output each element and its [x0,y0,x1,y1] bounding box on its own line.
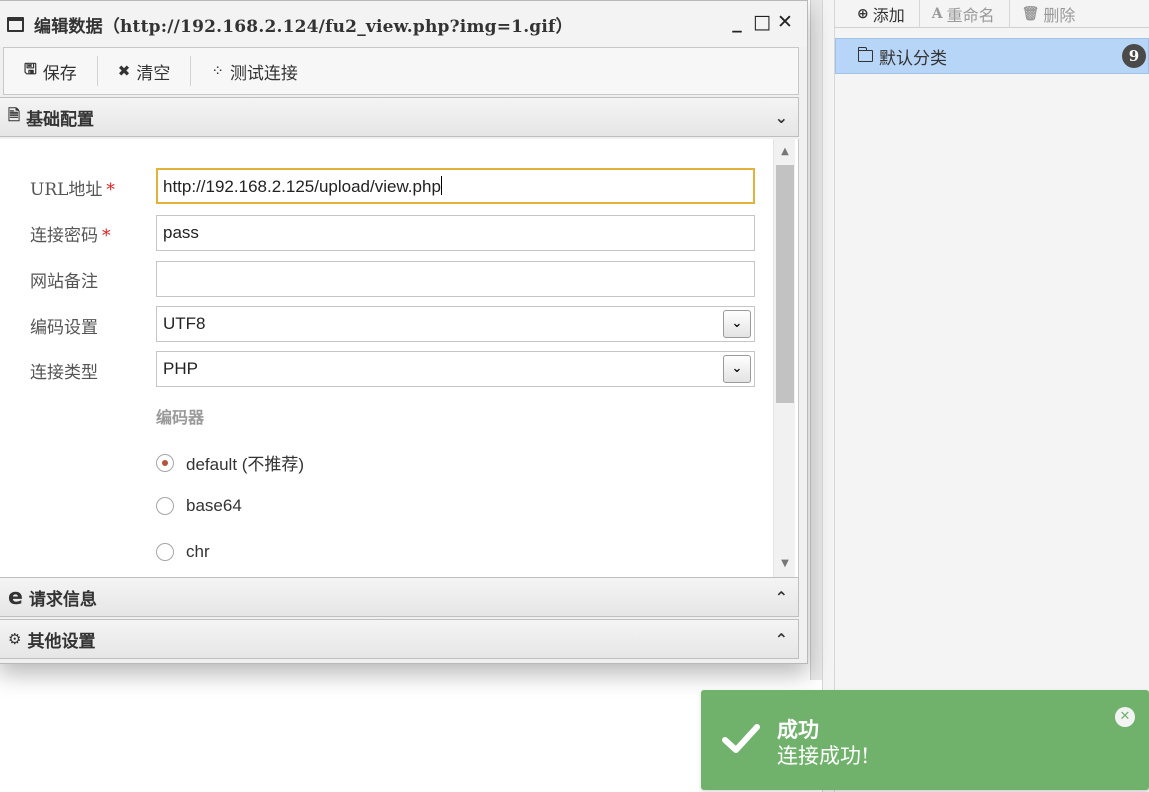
edit-data-dialog: 编辑数据（http://192.168.2.124/fu2_view.php?i… [0,0,808,664]
dialog-title: 编辑数据（http://192.168.2.124/fu2_view.php?i… [34,16,573,37]
font-icon: A [931,5,943,22]
folder-icon [857,47,873,62]
panel-divider [834,0,835,792]
chevron-down-icon[interactable]: ⌄ [723,310,751,338]
encoder-heading: 编码器 [156,408,205,427]
radio-button[interactable] [156,497,174,515]
accordion-other-settings[interactable]: ⚙ 其他设置 ⌃ [0,619,799,659]
test-connection-label: 测试连接 [229,63,298,84]
chevron-down-icon[interactable]: ⌄ [723,355,751,383]
form-scrollbar[interactable]: ▲ ▼ [773,139,795,577]
close-button[interactable]: ✕ [777,11,793,33]
basic-config-form: URL地址 * http://192.168.2.125/upload/view.… [0,139,799,577]
plus-circle-icon: ⊕ [857,5,869,22]
spinner-icon: ⁘ [211,62,224,80]
add-category-label: 添加 [872,5,905,25]
accordion-request-info[interactable]: e 请求信息 ⌃ [0,577,799,617]
toast-close-icon[interactable]: ✕ [1115,707,1135,727]
scroll-up-icon[interactable]: ▲ [774,143,796,161]
password-field-label: 连接密码 * [30,221,111,246]
save-button[interactable]: 🖫 保存 [4,56,98,86]
radio-button[interactable] [156,543,174,561]
radio-button[interactable] [156,453,174,472]
add-category-button[interactable]: ⊕ 添加 [857,0,920,28]
rename-category-label: 重命名 [946,5,995,25]
trash-icon: 🗑 [1021,5,1040,22]
category-item-label: 默认分类 [879,48,947,69]
clear-button[interactable]: ✖ 清空 [98,56,192,86]
encoder-option-label: base64 [186,496,242,515]
accordion-basic-label: 基础配置 [26,109,95,130]
password-input[interactable]: pass [156,215,755,251]
save-label: 保存 [42,63,77,84]
encoder-option-chr[interactable]: chr [156,542,210,562]
encoder-option-label: chr [186,542,210,561]
category-item-default[interactable]: 默认分类 9 [835,38,1149,74]
type-field-label: 连接类型 [30,363,98,383]
encoder-option-label: default (不推荐) [186,455,305,474]
accordion-basic-config[interactable]: 🗎 基础配置 ⌄ [0,97,799,137]
ie-icon: e [8,584,23,610]
accordion-request-label: 请求信息 [28,589,97,610]
gears-icon: ⚙ [8,630,22,648]
category-toolbar: ⊕ 添加 A 重命名 🗑 删除 [835,0,1149,28]
url-input[interactable]: http://192.168.2.125/upload/view.php [156,168,755,204]
minimize-button[interactable]: _ [729,11,745,33]
encoding-field-label: 编码设置 [30,318,98,338]
scrollbar-thumb[interactable] [776,165,794,403]
clear-label: 清空 [136,63,171,84]
close-x-icon: ✖ [117,62,131,80]
text-caret [440,176,442,195]
document-icon: 🗎 [8,105,21,124]
test-connection-button[interactable]: ⁘ 测试连接 [191,56,318,86]
encoding-select-value: UTF8 [163,314,206,333]
url-label-text: URL地址 [30,180,103,200]
window-controls: _ □ ✕ [729,11,793,33]
required-mark: * [106,180,115,200]
note-input[interactable] [156,261,755,297]
maximize-button[interactable]: □ [753,11,771,33]
checkmark-icon [722,724,760,753]
scroll-down-icon[interactable]: ▼ [774,555,796,573]
floppy-icon: 🖫 [24,59,37,78]
accordion-other-label: 其他设置 [27,631,96,652]
chevron-up-icon: ⌃ [774,588,788,607]
delete-category-label: 删除 [1043,5,1076,25]
toast-message: 连接成功! [777,744,870,768]
window-icon [7,16,24,32]
encoding-select[interactable]: UTF8 ⌄ [156,306,755,342]
rename-category-button[interactable]: A 重命名 [932,0,1010,28]
category-list: 默认分类 9 [835,38,1149,74]
connection-type-select[interactable]: PHP ⌄ [156,351,755,387]
url-field-label: URL地址 * [30,175,115,200]
url-input-value: http://192.168.2.125/upload/view.php [163,177,441,196]
required-mark: * [102,226,111,246]
category-count-badge: 9 [1122,44,1146,68]
type-select-value: PHP [163,359,198,378]
encoder-option-default[interactable]: default (不推荐) [156,450,304,475]
delete-category-button[interactable]: 🗑 删除 [1022,0,1090,28]
dialog-toolbar: 🖫 保存 ✖ 清空 ⁘ 测试连接 [3,47,799,95]
note-field-label: 网站备注 [30,272,98,292]
encoder-option-base64[interactable]: base64 [156,496,242,516]
category-panel: ⊕ 添加 A 重命名 🗑 删除 默认分类 9 [822,0,1149,792]
success-toast: 成功 连接成功! ✕ [701,690,1149,790]
chevron-up-icon: ⌃ [774,630,788,649]
chevron-down-icon: ⌄ [774,108,788,127]
background-window-edge [810,0,822,680]
password-label-text: 连接密码 [30,226,98,246]
dialog-titlebar[interactable]: 编辑数据（http://192.168.2.124/fu2_view.php?i… [0,1,807,47]
